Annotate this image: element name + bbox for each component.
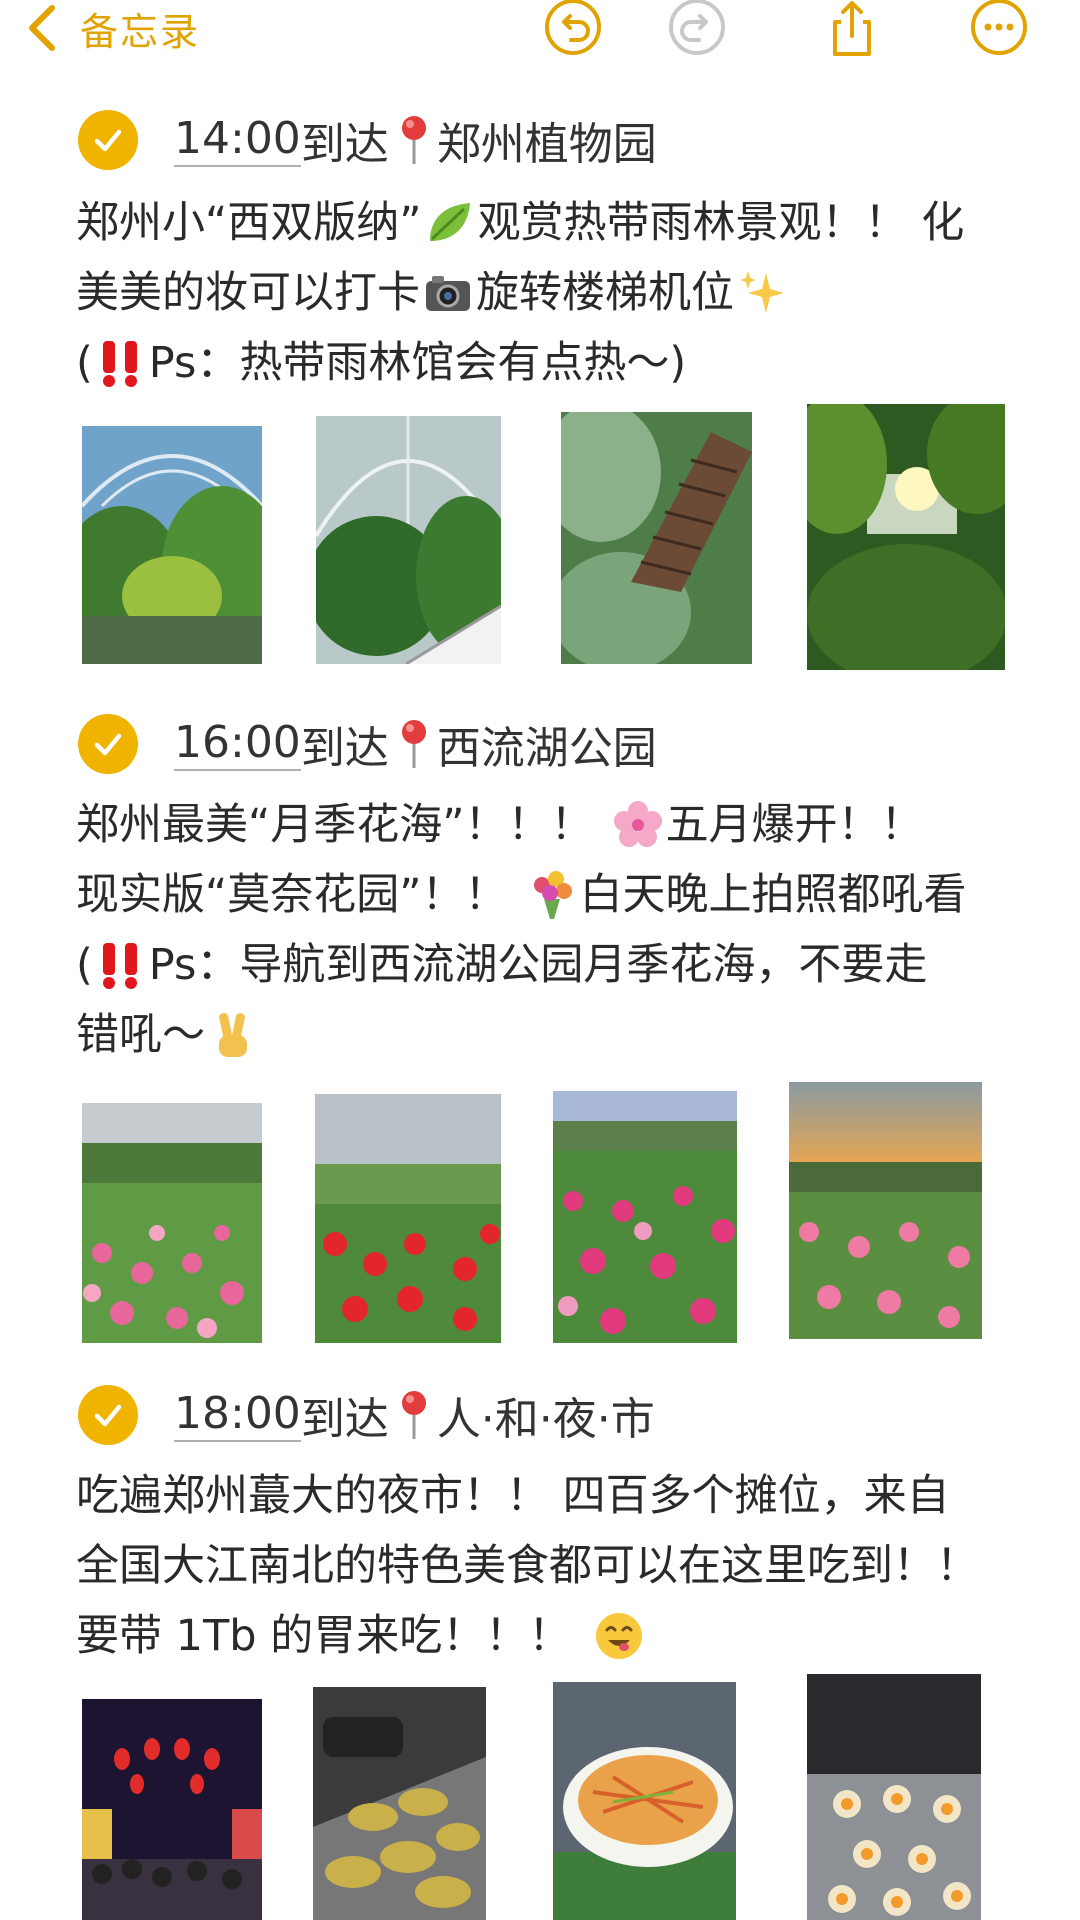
fried-eggs-griddle-photo[interactable] xyxy=(807,1674,981,1920)
nav-bar: 备忘录 xyxy=(0,0,1080,64)
redo-button[interactable] xyxy=(668,0,726,58)
body-text: ( xyxy=(76,338,93,388)
body-text: 白天晚上拍照都吼看 xyxy=(579,870,967,920)
double-exclamation-icon xyxy=(102,943,137,989)
undo-icon xyxy=(545,0,601,55)
body-line: 要带 1Tb 的胃来吃！！！ xyxy=(76,1601,1016,1671)
time-label: 18:00 xyxy=(174,1388,301,1442)
time-label: 16:00 xyxy=(174,717,301,771)
body-text: 要带 1Tb 的胃来吃！！！ xyxy=(76,1611,572,1661)
body-line: ( Ps：热带雨林馆会有点热～) xyxy=(76,328,1016,398)
section-heading-3: 18:00 到达 人·和·夜·市 xyxy=(78,1383,655,1447)
victory-hand-icon xyxy=(219,1012,247,1057)
heading-text: 18:00 到达 人·和·夜·市 xyxy=(174,1383,655,1447)
noodle-bowl-photo[interactable] xyxy=(553,1682,736,1920)
body-text: 美美的妆可以打卡 xyxy=(76,268,420,318)
heading-text: 16:00 到达 西流湖公园 xyxy=(174,712,657,776)
place-label: 西流湖公园 xyxy=(436,723,657,774)
chevron-left-icon xyxy=(29,5,55,51)
body-text: 现实版“莫奈花园”！！ xyxy=(76,870,508,920)
body-text: 郑州小“西双版纳” xyxy=(76,198,422,248)
body-line: 郑州小“西双版纳” 观赏热带雨林景观！！ 化 xyxy=(76,188,1016,258)
arrive-label: 到达 xyxy=(300,723,389,774)
place-label: 郑州植物园 xyxy=(436,119,657,170)
body-line: 吃遍郑州蕞大的夜市！！ 四百多个摊位，来自 xyxy=(76,1461,1016,1531)
double-exclamation-icon xyxy=(102,341,137,387)
greenhouse-dome-photo[interactable] xyxy=(82,426,262,664)
section-body-1: 郑州小“西双版纳” 观赏热带雨林景观！！ 化 美美的妆可以打卡 旋转楼梯机位 (… xyxy=(76,188,1016,398)
body-text: 错吼～ xyxy=(76,1010,205,1060)
place-label: 人·和·夜·市 xyxy=(436,1394,655,1445)
body-line: 错吼～ xyxy=(76,1000,1016,1070)
more-button[interactable] xyxy=(970,0,1028,58)
greenhouse-stairs-photo[interactable] xyxy=(316,416,501,664)
body-line: 美美的妆可以打卡 旋转楼梯机位 xyxy=(76,258,1016,328)
back-label: 备忘录 xyxy=(80,9,201,54)
sunlit-leaves-photo[interactable] xyxy=(807,404,1005,670)
body-text: 郑州最美“月季花海”！！！ xyxy=(76,800,594,850)
back-button[interactable]: 备忘录 xyxy=(24,0,200,56)
section-body-3: 吃遍郑州蕞大的夜市！！ 四百多个摊位，来自 全国大江南北的特色美食都可以在这里吃… xyxy=(76,1461,1016,1671)
rose-garden-sunset-photo[interactable] xyxy=(789,1082,982,1339)
share-button[interactable] xyxy=(823,0,881,58)
sparkles-icon xyxy=(740,271,784,313)
night-market-lanterns-photo[interactable] xyxy=(82,1699,262,1920)
heading-text: 14:00 到达 郑州植物园 xyxy=(174,108,657,172)
undo-button[interactable] xyxy=(544,0,602,58)
body-text: ( xyxy=(76,940,93,990)
cherry-blossom-icon xyxy=(613,801,662,847)
checkmark-icon xyxy=(94,129,122,152)
arrive-label: 到达 xyxy=(300,119,389,170)
body-text: 旋转楼梯机位 xyxy=(476,268,734,318)
body-line: 全国大江南北的特色美食都可以在这里吃到！！ xyxy=(76,1531,1016,1601)
body-text: Ps：热带雨林馆会有点热～) xyxy=(148,338,687,388)
arrive-label: 到达 xyxy=(300,1394,389,1445)
yum-face-icon xyxy=(596,1613,643,1659)
body-text: 全国大江南北的特色美食都可以在这里吃到！！ xyxy=(76,1541,979,1591)
camera-icon xyxy=(426,276,470,311)
griddle-pancakes-photo[interactable] xyxy=(313,1687,486,1920)
share-icon xyxy=(833,1,871,56)
pushpin-icon xyxy=(401,1391,426,1439)
body-line: ( Ps：导航到西流湖公园月季花海，不要走 xyxy=(76,930,1016,1000)
time-label: 14:00 xyxy=(174,113,301,167)
body-line: 现实版“莫奈花园”！！ 白天晚上拍照都吼看 xyxy=(76,860,1016,930)
bouquet-icon xyxy=(533,871,572,919)
body-text: 吃遍郑州蕞大的夜市！！ 四百多个摊位，来自 xyxy=(76,1471,950,1521)
checkbox-checked[interactable] xyxy=(78,1385,138,1445)
rose-garden-photo-2[interactable] xyxy=(315,1094,501,1343)
rose-garden-photo-3[interactable] xyxy=(553,1091,737,1343)
checkbox-checked[interactable] xyxy=(78,110,138,170)
body-text: 五月爆开！！ xyxy=(665,800,924,850)
checkmark-icon xyxy=(94,733,122,756)
wooden-stairs-photo[interactable] xyxy=(561,412,752,664)
body-text: 观赏热带雨林景观！！ 化 xyxy=(477,198,965,248)
checkmark-icon xyxy=(94,1404,122,1427)
more-icon xyxy=(971,0,1027,55)
pushpin-icon xyxy=(401,720,426,768)
redo-icon xyxy=(669,0,725,55)
section-heading-1: 14:00 到达 郑州植物园 xyxy=(78,108,657,172)
leaf-icon xyxy=(429,203,470,241)
body-text: Ps：导航到西流湖公园月季花海，不要走 xyxy=(148,940,928,990)
rose-garden-photo-1[interactable] xyxy=(82,1103,262,1343)
section-heading-2: 16:00 到达 西流湖公园 xyxy=(78,712,657,776)
pushpin-icon xyxy=(401,116,426,164)
body-line: 郑州最美“月季花海”！！！ 五月爆开！！ xyxy=(76,790,1016,860)
section-body-2: 郑州最美“月季花海”！！！ 五月爆开！！ 现实版“莫奈花园”！！ 白天晚上拍照都… xyxy=(76,790,1016,1070)
checkbox-checked[interactable] xyxy=(78,714,138,774)
